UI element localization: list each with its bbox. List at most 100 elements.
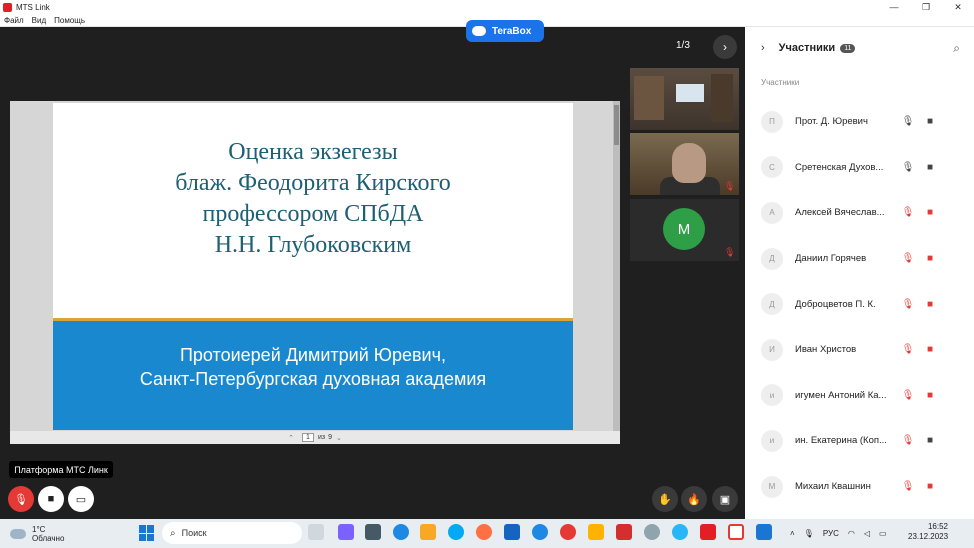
participant-row[interactable]: П Прот. Д. Юревич 🎙 ■ [745,99,974,145]
participant-avatar: и [761,429,783,452]
participant-avatar: M [663,208,705,250]
participant-row[interactable]: М Михаил Квашнин 🎙 ■ [745,464,974,510]
hand-icon: ✋ [658,493,672,506]
video-scene-bookshelf-right [711,74,733,122]
page-down-icon[interactable]: ⌄ [336,434,342,442]
layout-button[interactable]: ▣ [712,486,738,512]
slide-title-line: профессором СПбДА [202,201,424,227]
video-tile-2[interactable]: 🎙 [630,133,739,195]
collapse-panel-icon[interactable]: › [761,42,765,54]
presentation-slide: Оценка экзегезы блаж. Феодорита Кирского… [53,103,573,430]
participant-name: Даниил Горячев [795,253,867,265]
acrobat-icon[interactable] [616,524,632,540]
participants-list: П Прот. Д. Юревич 🎙 ■ С Сретенская Духов… [745,99,974,509]
flame-icon: 🔥 [687,493,701,506]
camera-off-icon: ■ [926,481,934,493]
yandex-browser-icon[interactable] [728,524,744,540]
camera-off-icon: ■ [926,298,934,310]
window-controls: — ❐ ✕ [878,2,974,13]
participant-name: Доброцветов П. К. [795,298,876,310]
raise-hand-button[interactable]: ✋ [652,486,678,512]
tray-volume-icon[interactable]: ◁ [864,529,870,538]
edge-browser-icon[interactable] [393,524,409,540]
page-total: 9 [328,434,332,441]
chat-app-icon[interactable] [338,524,354,540]
scrollbar-thumb[interactable] [614,105,619,145]
mic-off-icon: 🎙 [724,247,736,257]
maximize-button[interactable]: ❐ [910,2,942,13]
participant-row[interactable]: и ин. Екатерина (Коп... 🎙 ■ [745,418,974,464]
close-button[interactable]: ✕ [942,2,974,13]
participant-row[interactable]: С Сретенская Духов... 🎙 ■ [745,145,974,191]
camera-off-icon: ■ [926,344,934,356]
mic-toggle-button[interactable]: 🎙 [8,486,34,512]
terabox-widget[interactable]: TeraBox [466,20,544,42]
camera-on-icon: ■ [926,435,934,447]
minimize-button[interactable]: — [878,2,910,13]
participant-avatar: Д [761,293,783,316]
video-scene-projector-screen [676,84,704,102]
page-up-icon[interactable]: ⌃ [288,434,294,442]
next-page-button[interactable]: › [713,35,737,59]
firefox-icon[interactable] [476,524,492,540]
mic-off-icon: 🎙 [901,298,915,310]
camera-toggle-button[interactable]: ■ [38,486,64,512]
slide-subtitle: Протоиерей Димитрий Юревич, Санкт-Петерб… [53,343,573,391]
mic-off-icon: 🎙 [901,435,915,447]
app-icon[interactable] [756,524,772,540]
slide-pager: 1/3 [676,40,690,51]
participant-row[interactable]: Д Доброцветов П. К. 🎙 ■ [745,281,974,327]
menu-file[interactable]: Файл [4,16,24,25]
video-tile-1[interactable] [630,68,739,130]
participants-header: › Участники 11 ⌕ [745,37,974,59]
tray-chevron-up-icon[interactable]: ˄ [790,529,795,538]
system-tray: ˄ 🎙 РУС ◠ ◁ ▭ [790,519,896,548]
weather-text: 1°C Облачно [32,525,64,543]
file-explorer-icon[interactable] [308,524,324,540]
mic-off-icon: 🎙 [901,389,915,401]
participant-avatar: и [761,384,783,407]
word-icon[interactable] [504,524,520,540]
webcam-icon[interactable] [644,524,660,540]
tray-mic-icon[interactable]: 🎙 [804,529,814,538]
participant-row[interactable]: и игумен Антоний Ка... 🎙 ■ [745,373,974,419]
zoom-icon[interactable] [532,524,548,540]
mic-off-icon: 🎙 [901,481,915,493]
camera-app-icon[interactable] [365,524,381,540]
weather-temp: 1°C [32,524,46,534]
presentation-scrollbar[interactable] [613,101,620,431]
tray-wifi-icon[interactable]: ◠ [848,529,855,538]
participant-row[interactable]: Д Даниил Горячев 🎙 ■ [745,236,974,282]
mts-link-taskbar-icon[interactable] [700,524,716,540]
windows-start-icon[interactable] [139,525,155,541]
reactions-button[interactable]: 🔥 [681,486,707,512]
skype-icon[interactable] [448,524,464,540]
video-tile-3[interactable]: M 🎙 [630,199,739,261]
participant-row[interactable]: А Алексей Вячеслав... 🎙 ■ [745,190,974,236]
page-number-input[interactable]: 1 [302,433,314,442]
tray-language[interactable]: РУС [823,529,839,538]
participant-row[interactable]: И Иван Христов 🎙 ■ [745,327,974,373]
menu-view[interactable]: Вид [32,16,46,25]
menu-help[interactable]: Помощь [54,16,85,25]
title-bar: MTS Link — ❐ ✕ [0,0,974,14]
cloud-icon [10,528,26,539]
telegram-icon[interactable] [672,524,688,540]
screen-share-button[interactable]: ▭ [68,486,94,512]
mic-on-icon: 🎙 [901,161,915,173]
camera-icon: ■ [47,493,55,505]
participant-name: Сретенская Духов... [795,161,884,173]
clock-time: 16:52 [927,522,948,531]
slide-title: Оценка экзегезы блаж. Феодорита Кирского… [53,137,573,261]
app-icon[interactable] [588,524,604,540]
weather-widget[interactable]: 1°C Облачно [10,525,64,543]
layout-icon: ▣ [719,493,731,506]
opera-icon[interactable] [560,524,576,540]
search-icon[interactable]: ⌕ [953,41,960,56]
participant-name: Алексей Вячеслав... [795,207,885,219]
slide-subtitle-line: Протоиерей Димитрий Юревич, [179,345,446,365]
folder-icon[interactable] [420,524,436,540]
taskbar-search[interactable]: ⌕ Поиск [162,522,302,544]
taskbar-clock[interactable]: 16:52 23.12.2023 [908,522,948,542]
tray-battery-icon[interactable]: ▭ [879,529,887,538]
